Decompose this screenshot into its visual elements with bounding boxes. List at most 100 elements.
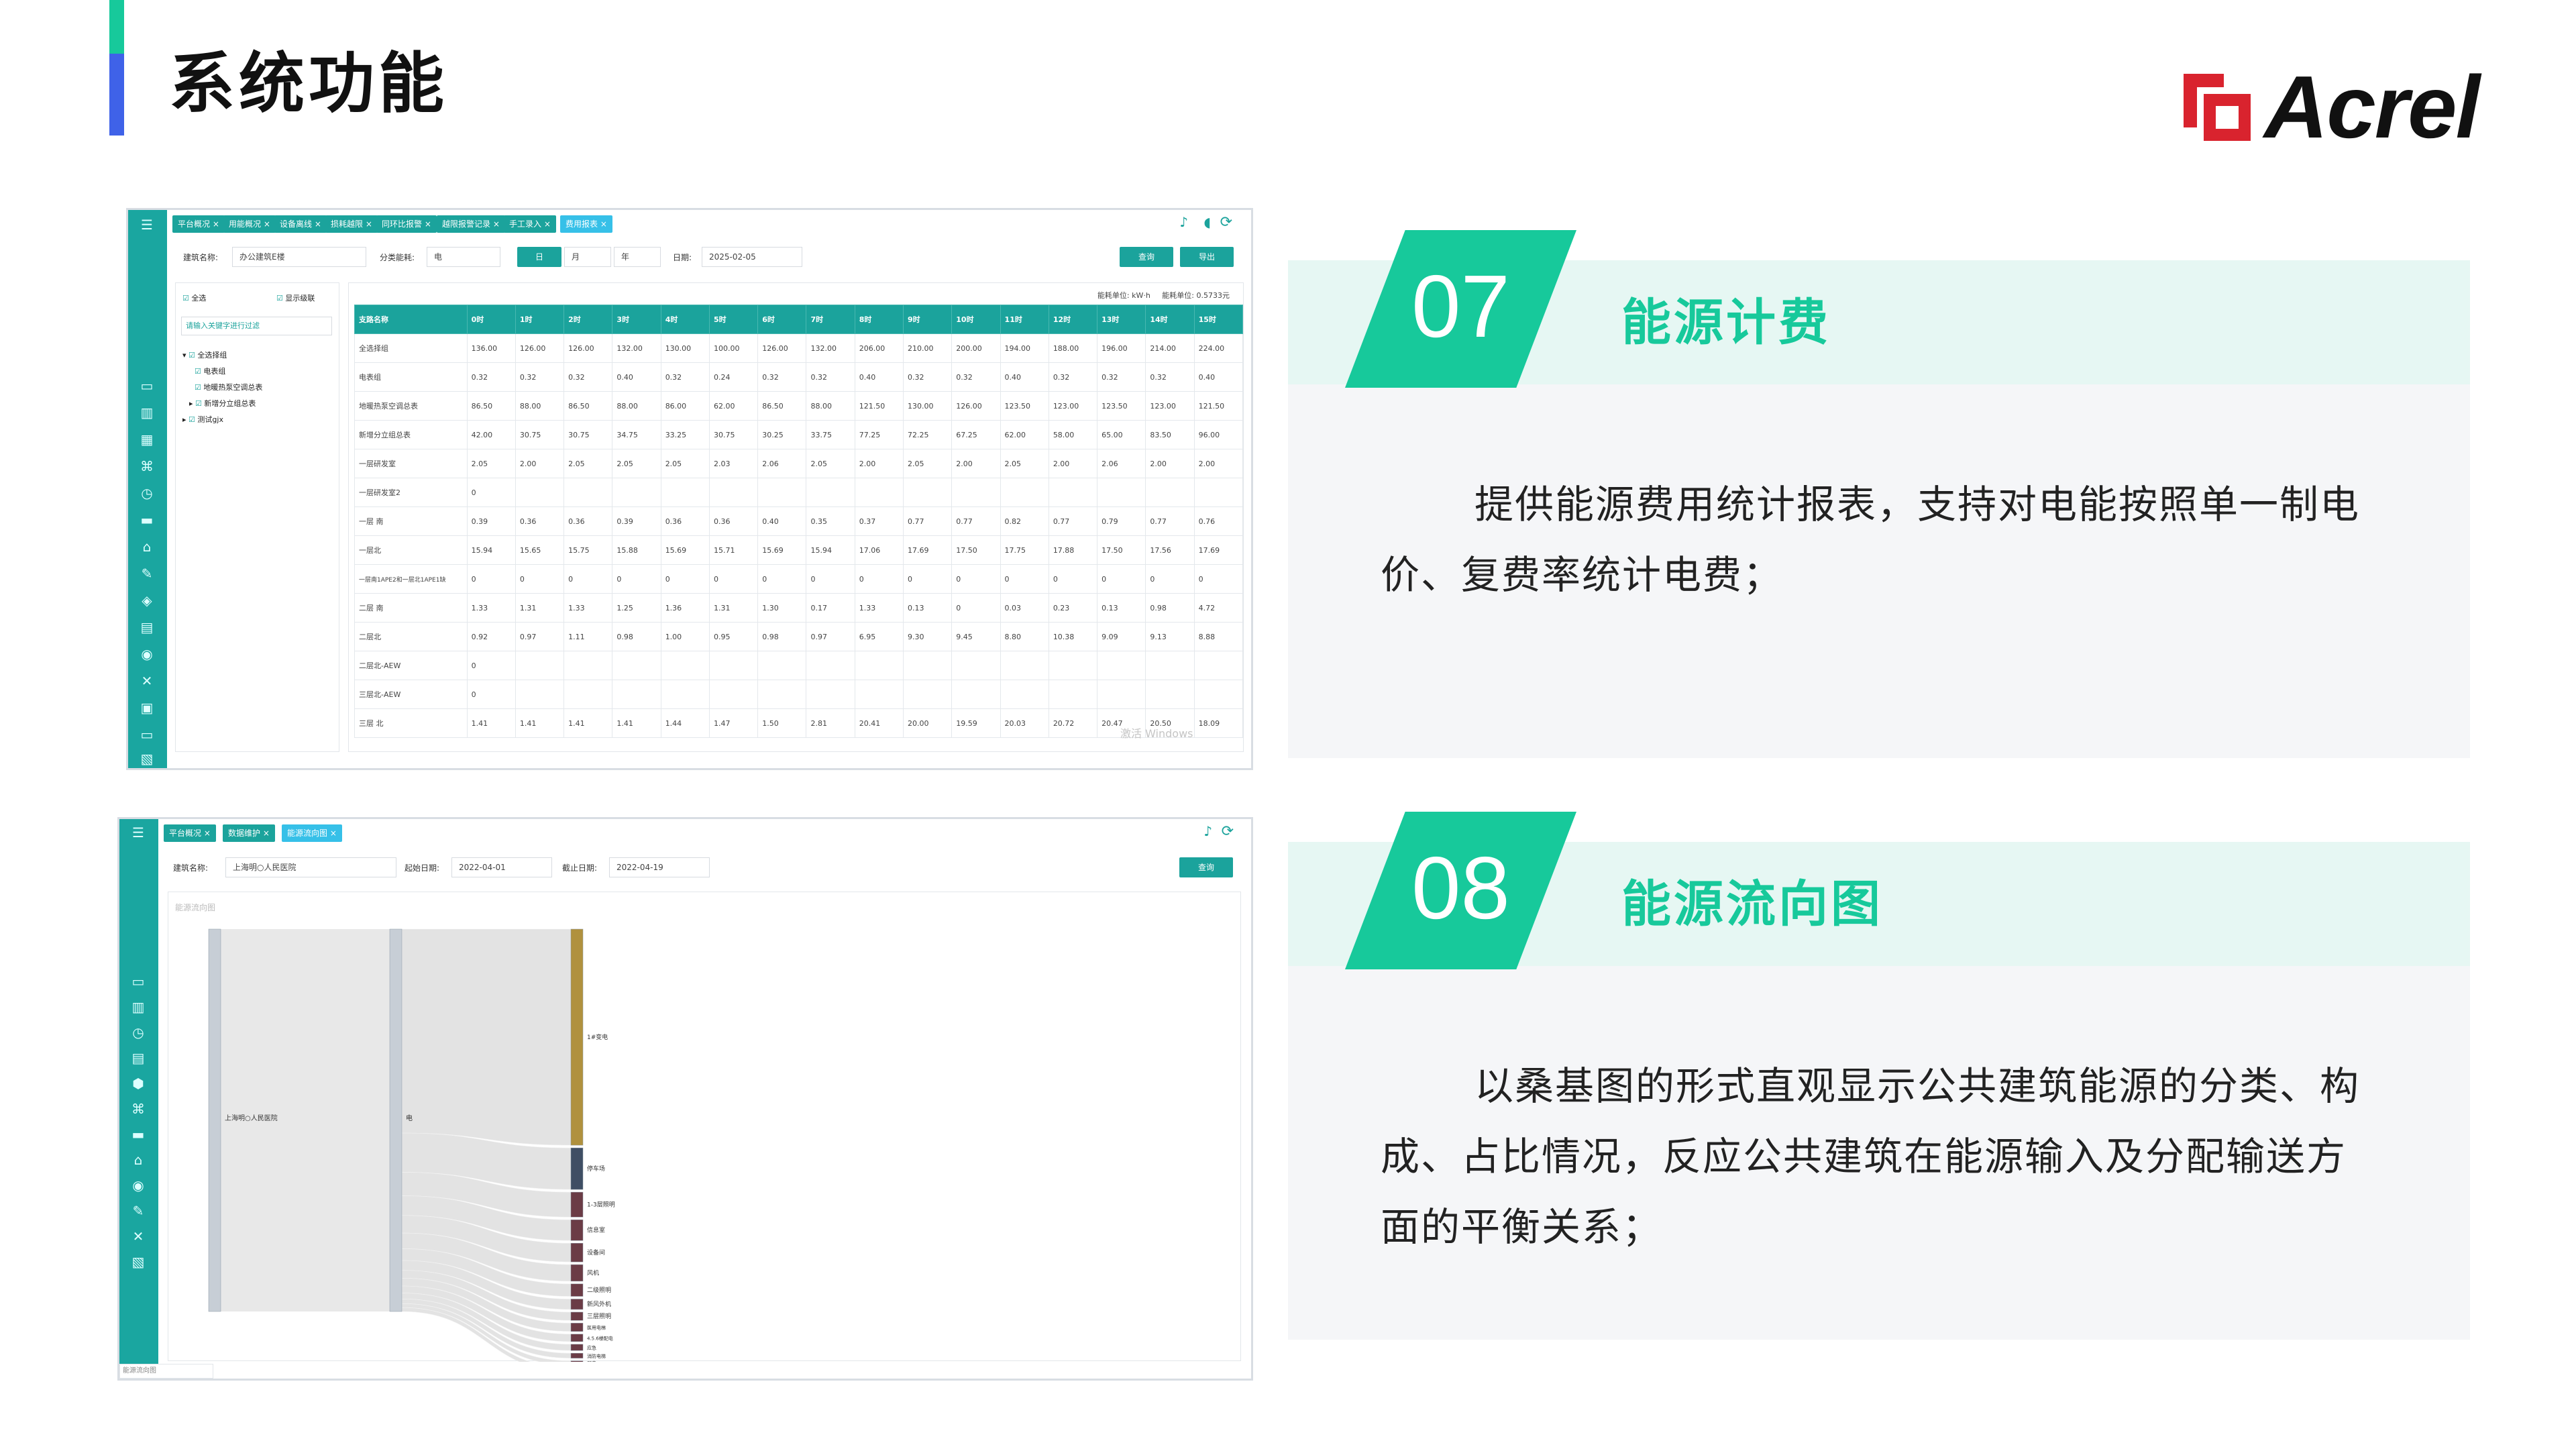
footer-tab[interactable]: 能源流向图 bbox=[119, 1364, 213, 1379]
sankey-mid-node[interactable] bbox=[389, 928, 402, 1312]
mode-month-button[interactable]: 月 bbox=[564, 247, 611, 267]
bank-icon[interactable]: ⌂ bbox=[130, 1152, 146, 1168]
tab-platform[interactable]: 平台概况 × bbox=[164, 824, 216, 842]
sankey-target-node[interactable] bbox=[570, 1264, 584, 1282]
monitor-icon[interactable]: ▭ bbox=[139, 378, 155, 394]
sankey-target-node[interactable] bbox=[570, 1344, 584, 1351]
menu-icon[interactable]: ☰ bbox=[139, 217, 155, 233]
tab-platform[interactable]: 平台概况 × bbox=[172, 215, 225, 233]
column-header[interactable]: 14时 bbox=[1145, 305, 1195, 334]
column-header[interactable]: 支路名称 bbox=[354, 305, 468, 334]
location-icon[interactable]: ◉ bbox=[139, 646, 155, 662]
column-header[interactable]: 4时 bbox=[660, 305, 710, 334]
column-header[interactable]: 11时 bbox=[1000, 305, 1049, 334]
select-all-checkbox[interactable]: ☑ 全选 bbox=[182, 292, 206, 303]
tab-offline[interactable]: 设备离线 × bbox=[274, 215, 327, 233]
sankey-target-node[interactable] bbox=[570, 928, 584, 1146]
tab-usage[interactable]: 用能概况 × bbox=[223, 215, 276, 233]
column-header[interactable]: 15时 bbox=[1193, 305, 1243, 334]
start-date-input[interactable]: 2022-04-01 bbox=[451, 857, 552, 877]
tools-icon[interactable]: ✕ bbox=[130, 1228, 146, 1244]
building-icon[interactable]: ▥ bbox=[130, 999, 146, 1015]
book-icon[interactable]: ▣ bbox=[139, 700, 155, 716]
tree-node[interactable]: ☑ 电表组 bbox=[182, 364, 262, 380]
sankey-source-node[interactable] bbox=[208, 928, 221, 1312]
document-icon[interactable]: ▤ bbox=[139, 619, 155, 635]
tab-loss[interactable]: 损耗越限 × bbox=[325, 215, 378, 233]
edit-icon[interactable]: ✎ bbox=[130, 1203, 146, 1219]
document-icon[interactable]: ▤ bbox=[130, 1050, 146, 1066]
tab-cost-report[interactable]: 费用报表 × bbox=[560, 215, 612, 233]
column-header[interactable]: 0时 bbox=[466, 305, 516, 334]
column-header[interactable]: 6时 bbox=[757, 305, 807, 334]
sankey-target-node[interactable] bbox=[570, 1283, 584, 1297]
column-header[interactable]: 9时 bbox=[903, 305, 953, 334]
tree-node[interactable]: ▸ ☑ 测试gjx bbox=[182, 412, 262, 428]
report-icon[interactable]: ▧ bbox=[139, 751, 155, 767]
shield-icon[interactable]: ◈ bbox=[139, 592, 155, 608]
sankey-target-node[interactable] bbox=[570, 1191, 584, 1218]
tools-icon[interactable]: ✕ bbox=[139, 673, 155, 689]
menu-icon[interactable]: ☰ bbox=[130, 824, 146, 841]
folder-icon[interactable]: ▬ bbox=[139, 512, 155, 528]
sankey-target-node[interactable] bbox=[570, 1334, 584, 1342]
column-header[interactable]: 13时 bbox=[1097, 305, 1146, 334]
query-button[interactable]: 查询 bbox=[1179, 857, 1233, 877]
tab-data-maintain[interactable]: 数据维护 × bbox=[223, 824, 275, 842]
refresh-icon[interactable]: ⟳ bbox=[1222, 823, 1234, 840]
screen-icon[interactable]: ▭ bbox=[139, 727, 155, 743]
clock-icon[interactable]: ◷ bbox=[139, 485, 155, 501]
bell-icon[interactable]: ♪ bbox=[1179, 214, 1188, 230]
tab-energy-flow[interactable]: 能源流向图 × bbox=[282, 824, 342, 842]
sankey-target-node[interactable] bbox=[570, 1352, 584, 1358]
mode-year-button[interactable]: 年 bbox=[614, 247, 661, 267]
sankey-target-node[interactable] bbox=[570, 1299, 584, 1310]
column-header[interactable]: 10时 bbox=[951, 305, 1001, 334]
column-header[interactable]: 3时 bbox=[612, 305, 661, 334]
sankey-target-node[interactable] bbox=[570, 1242, 584, 1263]
cascade-checkbox[interactable]: ☑ 显示级联 bbox=[276, 292, 315, 303]
building-select[interactable]: 上海明○人民医院 bbox=[225, 857, 396, 877]
tree-node[interactable]: ☑ 地暖热泵空调总表 bbox=[182, 380, 262, 396]
location-icon[interactable]: ◉ bbox=[130, 1177, 146, 1193]
network-icon[interactable]: ⌘ bbox=[130, 1101, 146, 1117]
bell-icon[interactable]: ♪ bbox=[1203, 823, 1212, 839]
network-icon[interactable]: ⌘ bbox=[139, 458, 155, 474]
column-header[interactable]: 7时 bbox=[806, 305, 855, 334]
date-input[interactable]: 2025-02-05 bbox=[702, 247, 802, 267]
column-header[interactable]: 1时 bbox=[515, 305, 565, 334]
sankey-target-node[interactable] bbox=[570, 1360, 584, 1362]
column-header[interactable]: 5时 bbox=[708, 305, 759, 334]
export-button[interactable]: 导出 bbox=[1180, 247, 1234, 267]
refresh-icon[interactable]: ⟳ bbox=[1220, 214, 1232, 231]
value-cell bbox=[1145, 478, 1195, 507]
sankey-target-node[interactable] bbox=[570, 1323, 584, 1332]
tree-node[interactable]: ▾ ☑ 全选择组 bbox=[182, 347, 262, 364]
sankey-target-node[interactable] bbox=[570, 1220, 584, 1241]
column-header[interactable]: 12时 bbox=[1048, 305, 1098, 334]
tab-manual[interactable]: 手工录入 × bbox=[504, 215, 556, 233]
building-select[interactable]: 办公建筑E楼 bbox=[232, 247, 366, 267]
tree-filter-input[interactable]: 请输入关键字进行过滤 bbox=[181, 317, 332, 335]
category-select[interactable]: 电 bbox=[427, 247, 500, 267]
edit-icon[interactable]: ✎ bbox=[139, 566, 155, 582]
bank-icon[interactable]: ⌂ bbox=[139, 539, 155, 555]
report-icon[interactable]: ▧ bbox=[130, 1254, 146, 1270]
tree-node[interactable]: ▸ ☑ 新增分立组总表 bbox=[182, 396, 262, 412]
column-header[interactable]: 2时 bbox=[564, 305, 613, 334]
column-header[interactable]: 8时 bbox=[854, 305, 904, 334]
folder-icon[interactable]: ▬ bbox=[130, 1126, 146, 1142]
clock-icon[interactable]: ◷ bbox=[130, 1024, 146, 1040]
tab-limit-record[interactable]: 越限报警记录 × bbox=[437, 215, 505, 233]
mute-icon[interactable]: ◖ bbox=[1203, 214, 1211, 230]
mode-day-button[interactable]: 日 bbox=[517, 247, 561, 267]
sankey-target-node[interactable] bbox=[570, 1147, 584, 1190]
building-icon[interactable]: ▥ bbox=[139, 405, 155, 421]
hexagon-icon[interactable]: ⬢ bbox=[130, 1075, 146, 1091]
sankey-target-node[interactable] bbox=[570, 1311, 584, 1321]
query-button[interactable]: 查询 bbox=[1120, 247, 1173, 267]
end-date-input[interactable]: 2022-04-19 bbox=[609, 857, 710, 877]
monitor-icon[interactable]: ▭ bbox=[130, 973, 146, 989]
tab-ratio-alarm[interactable]: 同环比报警 × bbox=[376, 215, 437, 233]
chart-icon[interactable]: ▦ bbox=[139, 431, 155, 447]
